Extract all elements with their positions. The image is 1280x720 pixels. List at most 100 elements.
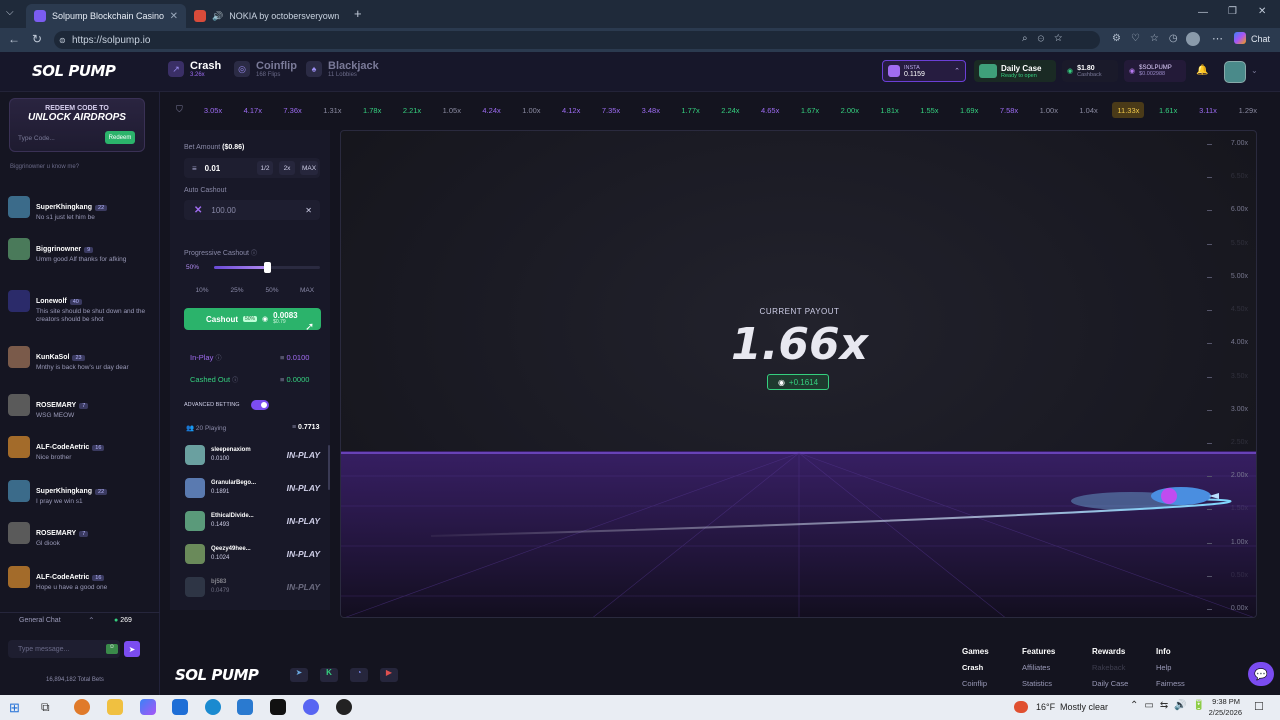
history-multiplier[interactable]: 1.31x bbox=[316, 102, 348, 118]
close-window-icon[interactable]: ✕ bbox=[1258, 6, 1266, 17]
history-multiplier[interactable]: 4.65x bbox=[754, 102, 786, 118]
cashback-chip[interactable]: ◉ $1.80 Cashback bbox=[1062, 60, 1118, 82]
preset-button[interactable]: 25% bbox=[223, 284, 251, 297]
avatar[interactable] bbox=[8, 346, 30, 368]
minimize-icon[interactable]: — bbox=[1198, 7, 1208, 18]
history-multiplier[interactable]: 4.17x bbox=[237, 102, 269, 118]
chevron-up-icon[interactable]: ⌃ bbox=[88, 616, 95, 625]
token-balance-chip[interactable]: ◉ $SOLPUMP $0.002988 bbox=[1124, 60, 1186, 82]
system-tray-icons[interactable]: ⌃▭⇆🔊🔋 bbox=[1130, 700, 1211, 711]
chat-username[interactable]: KunKaSol bbox=[36, 354, 69, 361]
history-multiplier[interactable]: 1.77x bbox=[675, 102, 707, 118]
app-icon[interactable] bbox=[336, 699, 352, 715]
chat-username[interactable]: SuperKhingkang bbox=[36, 488, 92, 495]
avatar[interactable] bbox=[8, 522, 30, 544]
more-menu-icon[interactable]: ⋯ bbox=[1212, 32, 1223, 45]
footer-link[interactable]: Rakeback bbox=[1092, 663, 1125, 672]
footer-logo[interactable]: SOL PUMP bbox=[175, 666, 259, 684]
advanced-betting-toggle[interactable] bbox=[251, 400, 269, 410]
history-multiplier[interactable]: 11.33x bbox=[1112, 102, 1145, 118]
edge-icon[interactable] bbox=[205, 699, 221, 715]
outlook-icon[interactable] bbox=[172, 699, 188, 715]
avatar[interactable] bbox=[8, 436, 30, 458]
history-multiplier[interactable]: 1.78x bbox=[356, 102, 388, 118]
daily-case-button[interactable]: Daily Case Ready to open bbox=[974, 60, 1056, 82]
profile-avatar[interactable] bbox=[1186, 32, 1200, 46]
history-multiplier[interactable]: 1.81x bbox=[874, 102, 906, 118]
footer-link[interactable]: Daily Case bbox=[1092, 679, 1128, 688]
chat-username[interactable]: ALF-CodeAetric bbox=[36, 444, 89, 451]
player-name[interactable]: sleepenaxiom bbox=[211, 446, 271, 455]
cashout-button[interactable]: Cashout 50% ◉ 0.0083 $0.79 bbox=[184, 308, 321, 330]
chat-input[interactable]: Type message... bbox=[8, 640, 120, 658]
chat-username[interactable]: ALF-CodeAetric bbox=[36, 574, 89, 581]
gif-icon[interactable]: ☺ bbox=[106, 644, 118, 654]
history-multiplier[interactable]: 7.36x bbox=[277, 102, 309, 118]
notification-icon[interactable]: ☐ bbox=[1254, 700, 1264, 713]
history-multiplier[interactable]: 4.12x bbox=[555, 102, 587, 118]
avatar[interactable] bbox=[8, 480, 30, 502]
redeem-code-input[interactable]: Type Code... bbox=[18, 131, 110, 145]
preset-button[interactable]: MAX bbox=[293, 284, 321, 297]
support-chat-icon[interactable]: 💬 bbox=[1248, 662, 1274, 686]
double-button[interactable]: 2x bbox=[279, 161, 295, 175]
footer-link[interactable]: Coinflip bbox=[962, 679, 987, 688]
redeem-button[interactable]: Redeem bbox=[105, 131, 135, 144]
discord-icon[interactable]: ◔ bbox=[350, 668, 368, 682]
history-multiplier[interactable]: 1.00x bbox=[1033, 102, 1065, 118]
player-name[interactable]: GranularBego... bbox=[211, 479, 271, 488]
file-explorer-icon[interactable] bbox=[107, 699, 123, 715]
bell-icon[interactable]: 🔔 bbox=[1196, 65, 1208, 76]
close-tab-icon[interactable]: ✕ bbox=[170, 11, 178, 22]
history-multiplier[interactable]: 1.00x bbox=[515, 102, 547, 118]
auto-cashout-input[interactable]: 100.00 bbox=[211, 206, 235, 215]
chevron-down-icon[interactable]: ⌄ bbox=[1251, 66, 1258, 75]
history-multiplier[interactable]: 3.05x bbox=[197, 102, 229, 118]
history-multiplier[interactable]: 7.35x bbox=[595, 102, 627, 118]
game-tab-blackjack[interactable]: ♠ Blackjack 11 Lobbies bbox=[306, 60, 379, 78]
player-avatar[interactable] bbox=[185, 544, 205, 564]
tab-list-chevron-icon[interactable]: ⌵ bbox=[6, 7, 14, 18]
telegram-icon[interactable]: ➤ bbox=[290, 668, 308, 682]
chat-label[interactable]: Chat bbox=[1251, 34, 1270, 44]
history-multiplier[interactable]: 3.11x bbox=[1192, 102, 1224, 118]
history-multiplier[interactable]: 1.29x bbox=[1232, 102, 1264, 118]
chat-username[interactable]: ROSEMARY bbox=[36, 530, 76, 537]
url-input[interactable]: ⊜ https://solpump.io bbox=[54, 31, 1100, 49]
youtube-icon[interactable]: ▶ bbox=[380, 668, 398, 682]
copilot-icon[interactable] bbox=[1234, 32, 1246, 44]
avatar[interactable] bbox=[8, 394, 30, 416]
footer-link[interactable]: Crash bbox=[962, 663, 983, 672]
game-tab-crash[interactable]: ↗ Crash 3.26x bbox=[168, 60, 221, 78]
player-name[interactable]: Qeezy49hee... bbox=[211, 545, 271, 554]
game-tab-coinflip[interactable]: ◎ Coinflip 168 Flips bbox=[234, 60, 297, 78]
back-icon[interactable]: ← bbox=[8, 32, 20, 46]
history-multiplier[interactable]: 1.67x bbox=[794, 102, 826, 118]
chat-username[interactable]: Lonewolf bbox=[36, 298, 67, 305]
avatar[interactable] bbox=[8, 566, 30, 588]
player-name[interactable]: EthicalDivide... bbox=[211, 512, 271, 521]
chat-username[interactable]: SuperKhingkang bbox=[36, 204, 92, 211]
preset-button[interactable]: 10% bbox=[188, 284, 216, 297]
history-multiplier[interactable]: 2.00x bbox=[834, 102, 866, 118]
history-multiplier[interactable]: 4.24x bbox=[476, 102, 508, 118]
max-button[interactable]: MAX bbox=[300, 161, 318, 175]
kick-icon[interactable]: K bbox=[320, 668, 338, 682]
history-multiplier[interactable]: 1.05x bbox=[436, 102, 468, 118]
brave-icon[interactable] bbox=[74, 699, 90, 715]
new-tab-button[interactable]: + bbox=[354, 6, 362, 21]
reload-icon[interactable]: ↻ bbox=[32, 32, 42, 46]
clear-icon[interactable]: ✕ bbox=[305, 206, 312, 215]
weather-temp[interactable]: 16°F bbox=[1036, 702, 1055, 712]
avatar[interactable] bbox=[8, 196, 30, 218]
app-icon[interactable] bbox=[237, 699, 253, 715]
avatar[interactable] bbox=[8, 238, 30, 260]
site-logo[interactable]: SOL PUMP bbox=[32, 62, 116, 80]
send-button[interactable]: ➤ bbox=[124, 641, 140, 657]
weather-text[interactable]: Mostly clear bbox=[1060, 702, 1108, 712]
history-multiplier[interactable]: 1.04x bbox=[1073, 102, 1105, 118]
history-multiplier[interactable]: 7.58x bbox=[993, 102, 1025, 118]
footer-link[interactable]: Affiliates bbox=[1022, 663, 1050, 672]
user-avatar[interactable] bbox=[1224, 61, 1246, 83]
tab-solpump[interactable]: Solpump Blockchain Casino | Sola ✕ bbox=[26, 4, 186, 28]
